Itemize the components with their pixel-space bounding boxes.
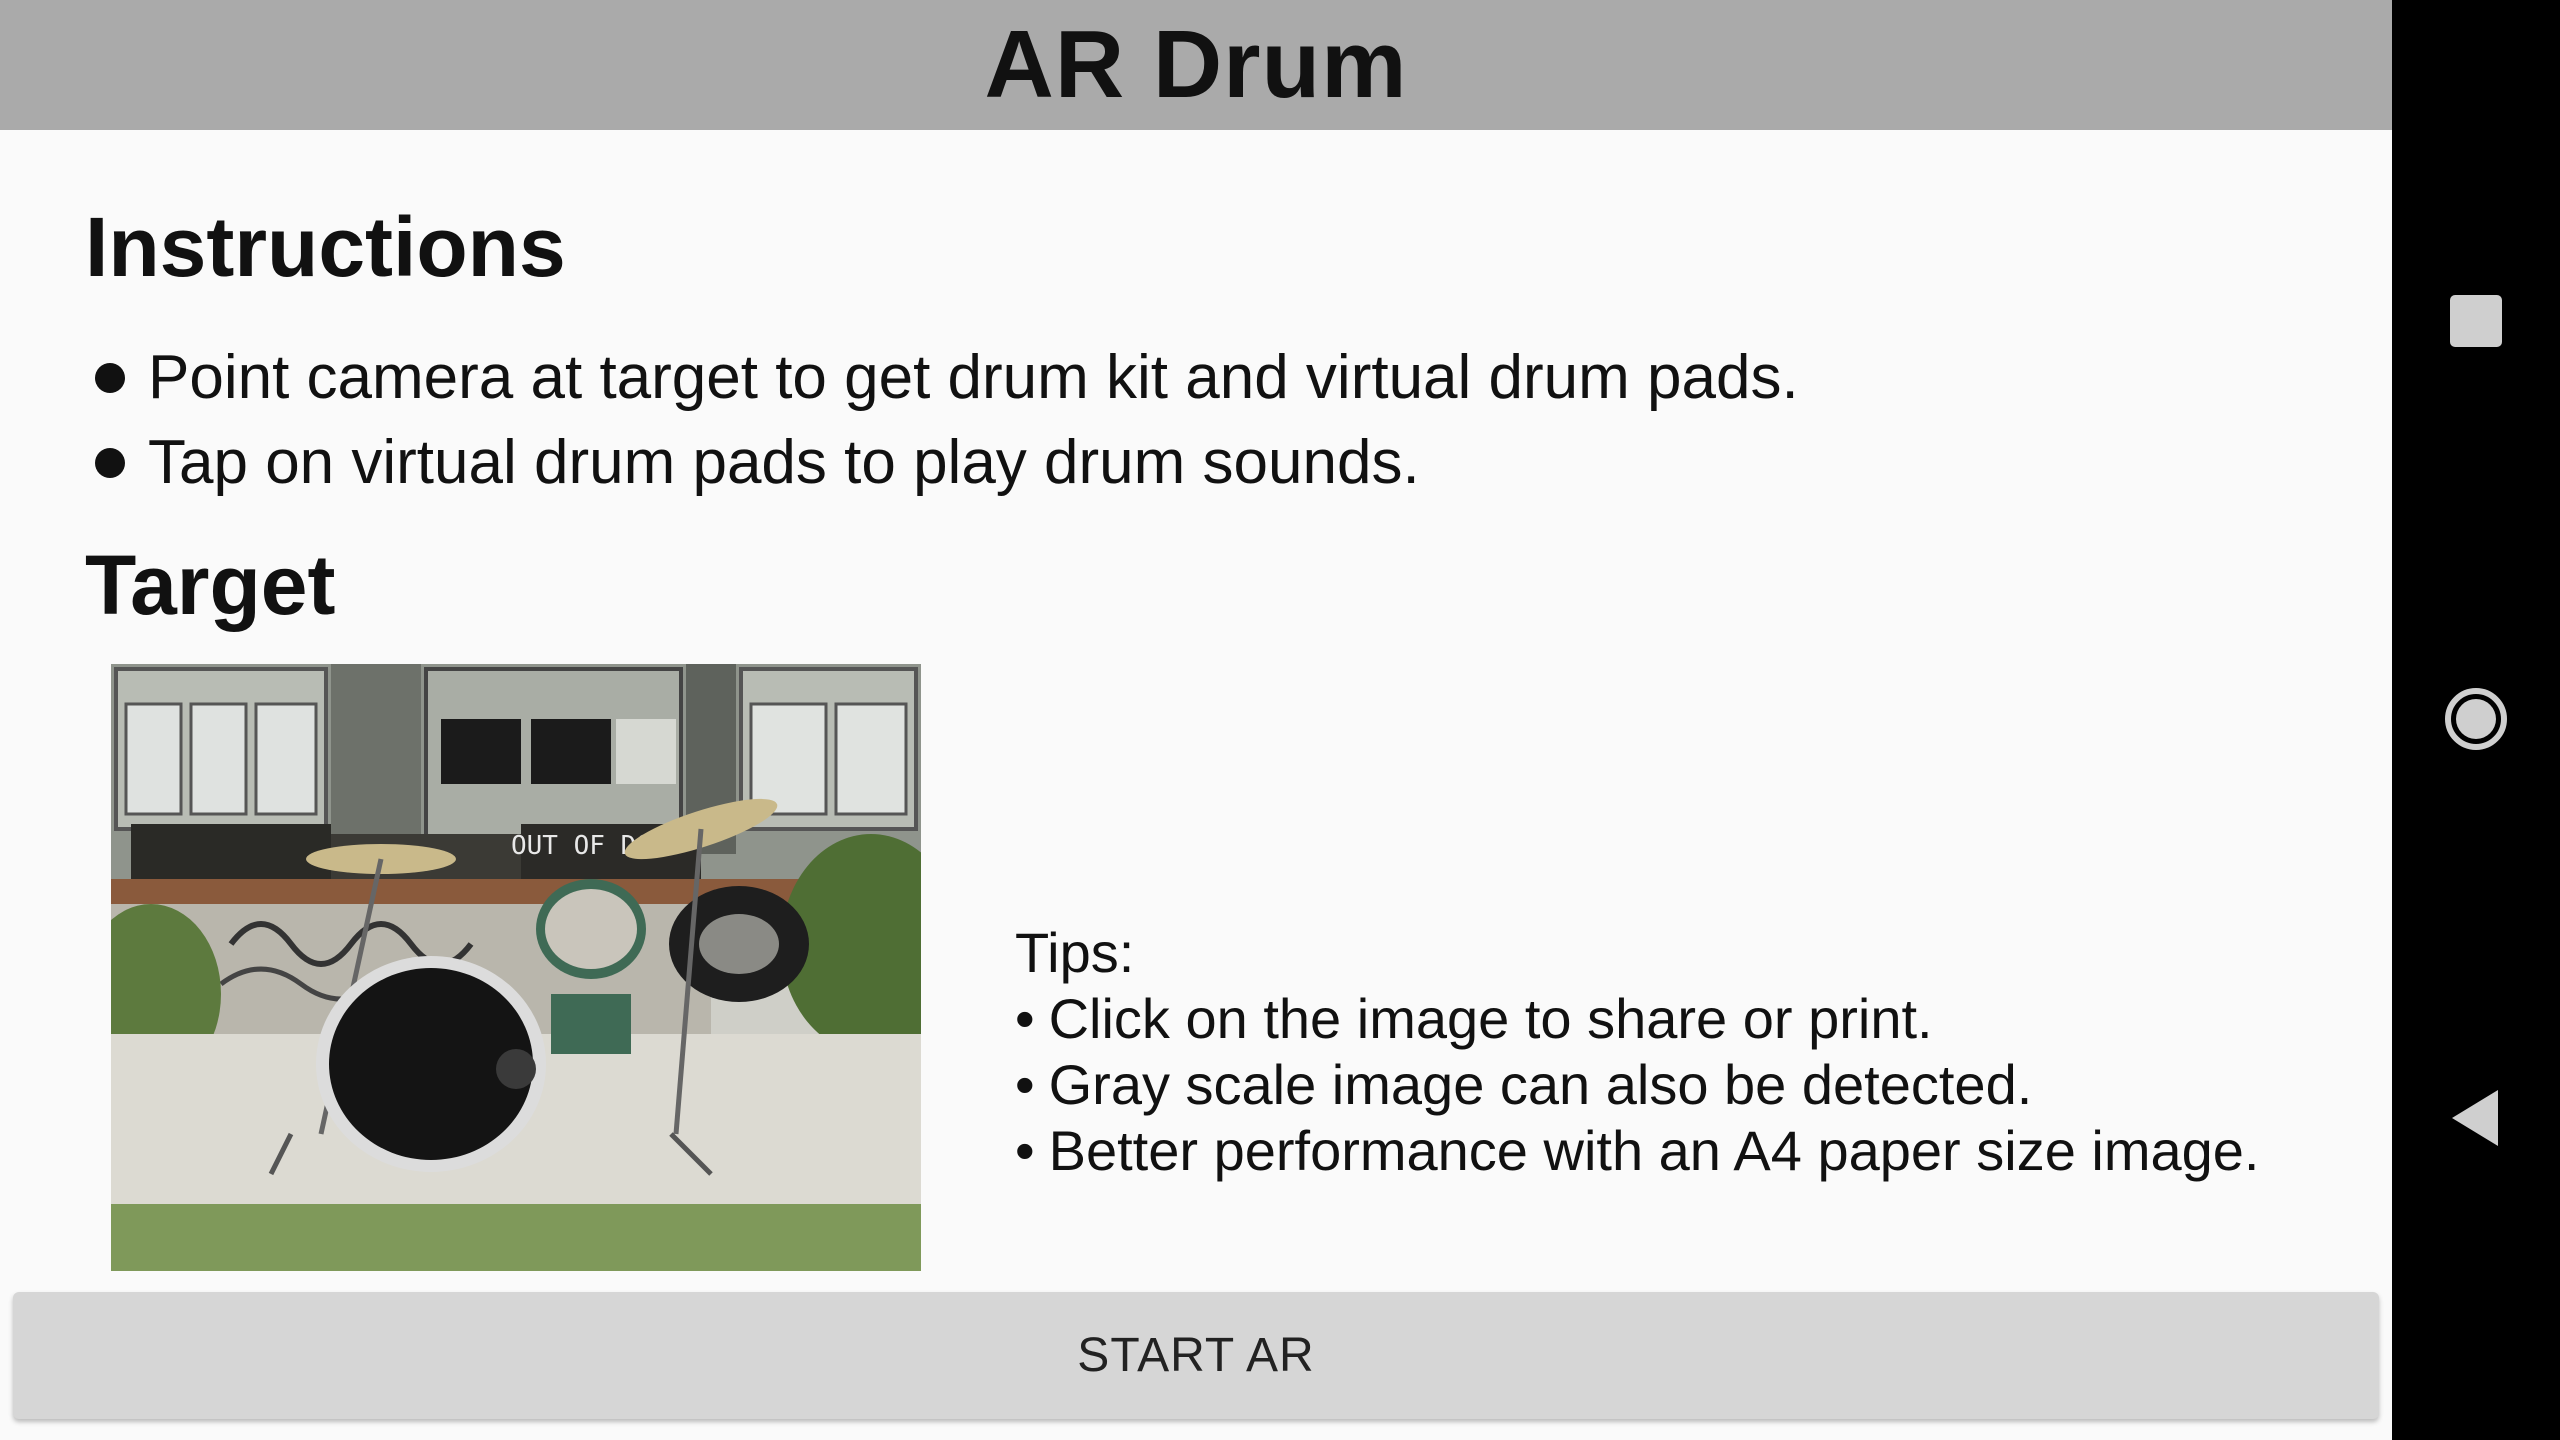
system-navigation-bar [2392,0,2560,1440]
tip-item: • Better performance with an A4 paper siz… [1015,1118,2259,1184]
home-button[interactable] [2392,635,2560,803]
title-bar: AR Drum [0,0,2392,130]
home-circle-icon [2445,688,2507,750]
app-screen: AR Drum Instructions Point camera at tar… [0,0,2392,1440]
tip-bullet: • [1015,1119,1035,1182]
tip-text: Gray scale image can also be detected. [1048,1053,2033,1116]
tip-bullet: • [1015,1053,1035,1116]
tips-block: Tips: • Click on the image to share or pr… [1015,920,2259,1184]
target-heading: Target [85,538,336,632]
instructions-list: Point camera at target to get drum kit a… [95,335,1799,505]
drum-kit-photo: OUT OF DO [111,664,921,1271]
app-title: AR Drum [984,11,1408,118]
back-button[interactable] [2392,1034,2560,1202]
tip-text: Better performance with an A4 paper size… [1048,1119,2260,1182]
tip-item: • Click on the image to share or print. [1015,986,2259,1052]
target-image[interactable]: OUT OF DO [111,664,921,1271]
back-triangle-icon [2452,1090,2498,1146]
instruction-text: Point camera at target to get drum kit a… [148,343,1799,412]
bullet-dot-icon [95,447,125,478]
bullet-dot-icon [95,362,125,393]
start-ar-button[interactable]: START AR [13,1292,2379,1419]
recents-square-icon [2450,295,2502,347]
tip-bullet: • [1015,987,1035,1050]
tip-item: • Gray scale image can also be detected. [1015,1052,2259,1118]
recents-button[interactable] [2392,237,2560,405]
instruction-item: Point camera at target to get drum kit a… [95,335,1799,420]
instruction-text: Tap on virtual drum pads to play drum so… [148,428,1420,497]
tip-text: Click on the image to share or print. [1048,987,1933,1050]
instructions-heading: Instructions [85,200,566,294]
instruction-item: Tap on virtual drum pads to play drum so… [95,420,1799,505]
tips-heading: Tips: [1015,921,1135,984]
